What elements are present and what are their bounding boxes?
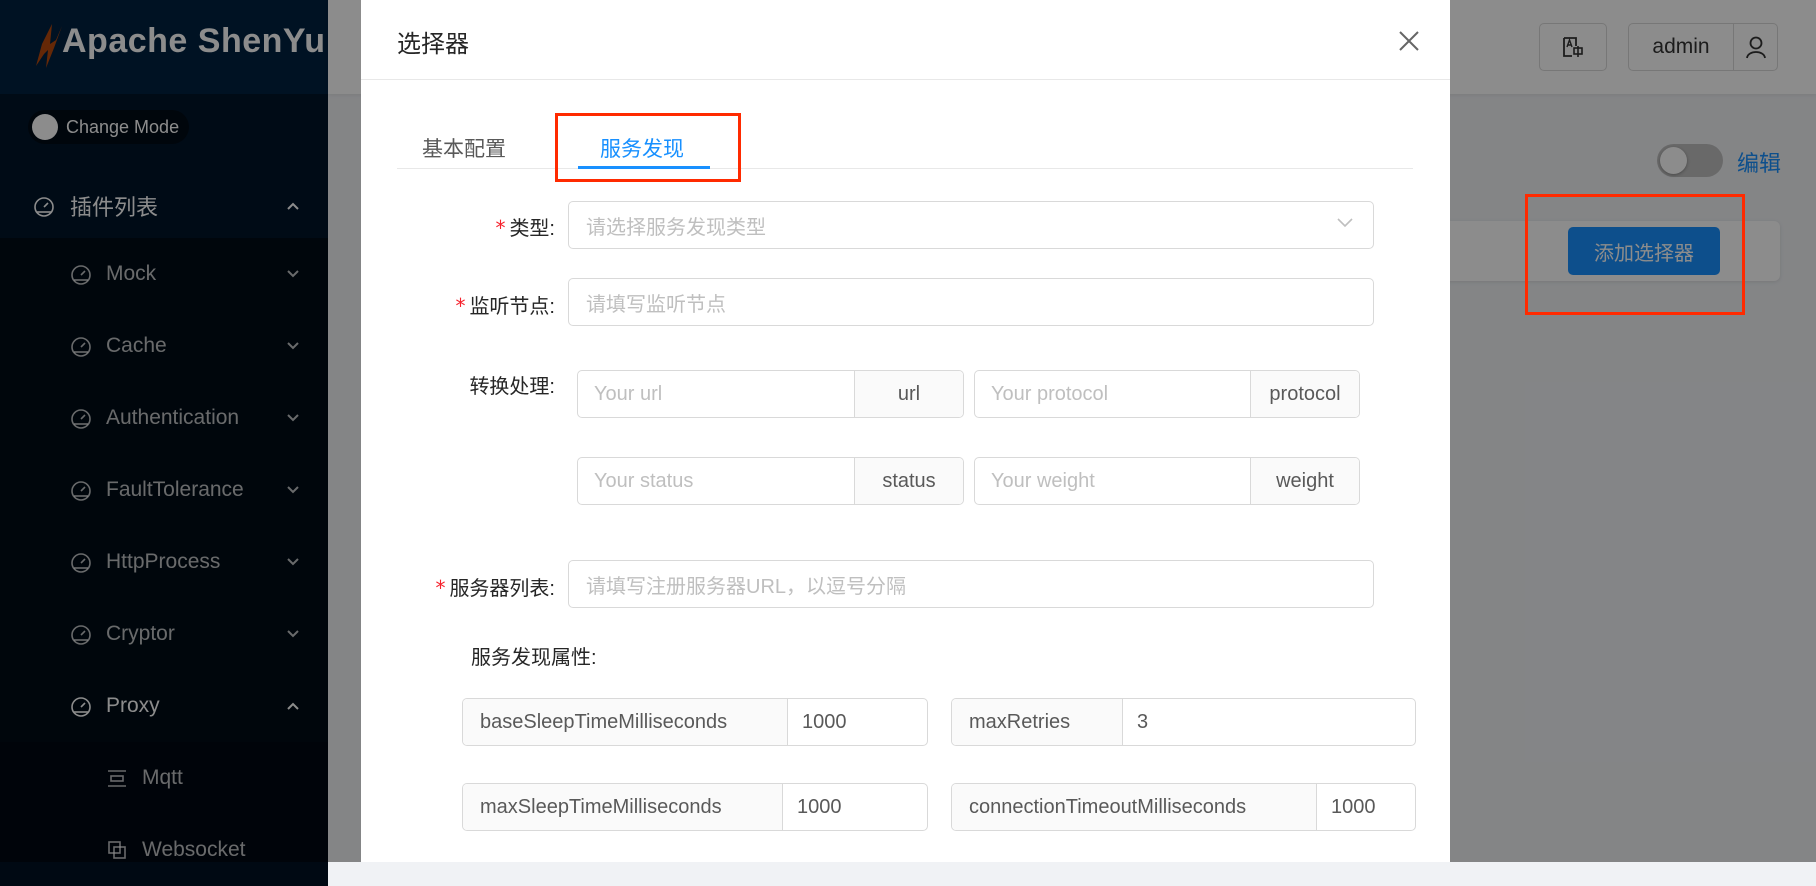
protocol-transform-input[interactable]: Your protocol protocol (974, 370, 1360, 418)
prop-value-input[interactable]: 1000 (788, 699, 927, 745)
required-mark: * (435, 576, 446, 600)
prop-key: connectionTimeoutMilliseconds (952, 784, 1317, 830)
weight-transform-input[interactable]: Your weight weight (974, 457, 1360, 505)
prop-value-input[interactable]: 1000 (1317, 784, 1415, 830)
status-placeholder: Your status (594, 469, 694, 492)
close-icon[interactable] (1395, 27, 1423, 55)
listen-node-placeholder: 请填写监听节点 (586, 293, 726, 316)
highlight-box-tab (555, 113, 741, 182)
protocol-placeholder: Your protocol (991, 382, 1109, 405)
weight-placeholder: Your weight (991, 469, 1095, 492)
url-placeholder: Your url (594, 382, 663, 405)
discovery-props-label: 服务发现属性: (471, 647, 597, 669)
modal-title: 选择器 (397, 31, 469, 58)
prop-value-input[interactable]: 3 (1123, 699, 1415, 745)
prop-base-sleep-time: baseSleepTimeMilliseconds 1000 (462, 698, 928, 746)
prop-connection-timeout: connectionTimeoutMilliseconds 1000 (951, 783, 1416, 831)
type-label-text: 类型: (509, 218, 555, 240)
selector-modal: 选择器 基本配置 服务发现 * 类型: 请选择服务发现类型 * 监听节点: 请填写监… (361, 0, 1450, 862)
tab-basic-config[interactable]: 基本配置 (422, 133, 506, 163)
url-transform-input[interactable]: Your url url (577, 370, 964, 418)
status-transform-input[interactable]: Your status status (577, 457, 964, 505)
type-label: * 类型: (421, 212, 555, 241)
server-list-label: * 服务器列表: (381, 572, 555, 601)
server-list-placeholder: 请填写注册服务器URL，以逗号分隔 (586, 575, 907, 598)
server-list-input[interactable]: 请填写注册服务器URL，以逗号分隔 (568, 560, 1374, 608)
listen-node-label: * 监听节点: (401, 290, 555, 319)
prop-key: maxSleepTimeMilliseconds (463, 784, 783, 830)
discovery-type-select[interactable]: 请选择服务发现类型 (568, 201, 1374, 249)
prop-value-input[interactable]: 1000 (783, 784, 927, 830)
status-addon: status (854, 458, 963, 504)
chevron-down-icon (1337, 218, 1353, 228)
listen-node-label-text: 监听节点: (469, 296, 555, 318)
prop-max-retries: maxRetries 3 (951, 698, 1416, 746)
prop-max-sleep-time: maxSleepTimeMilliseconds 1000 (462, 783, 928, 831)
tab-bar-divider (397, 168, 1413, 169)
type-placeholder: 请选择服务发现类型 (586, 216, 766, 239)
server-list-label-text: 服务器列表: (449, 578, 555, 600)
prop-key: maxRetries (952, 699, 1123, 745)
modal-header-divider (361, 79, 1450, 80)
weight-addon: weight (1250, 458, 1359, 504)
listen-node-input[interactable]: 请填写监听节点 (568, 278, 1374, 326)
required-mark: * (495, 216, 506, 240)
highlight-box-add-selector (1525, 194, 1745, 315)
protocol-addon: protocol (1250, 371, 1359, 417)
prop-key: baseSleepTimeMilliseconds (463, 699, 788, 745)
required-mark: * (455, 294, 466, 318)
transform-label: 转换处理: (469, 376, 555, 398)
url-addon: url (854, 371, 963, 417)
